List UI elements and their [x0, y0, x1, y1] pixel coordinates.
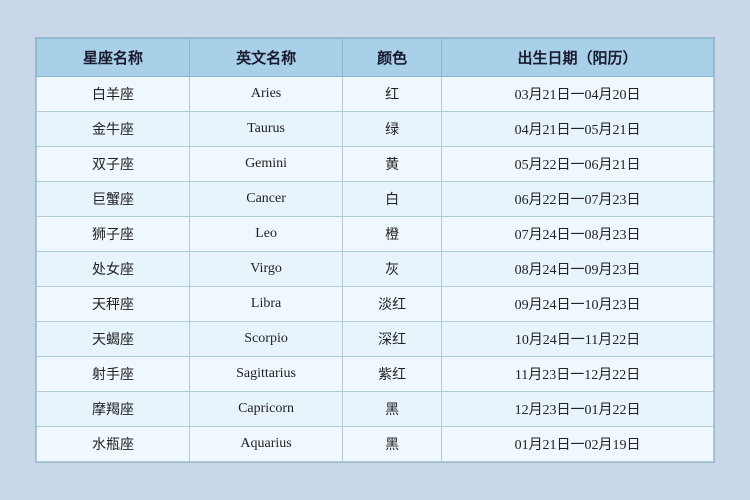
cell-dates: 12月23日一01月22日 — [442, 392, 714, 427]
cell-chinese-name: 摩羯座 — [37, 392, 190, 427]
cell-color: 黄 — [343, 147, 442, 182]
cell-english-name: Capricorn — [190, 392, 343, 427]
cell-color: 深红 — [343, 322, 442, 357]
cell-dates: 08月24日一09月23日 — [442, 252, 714, 287]
cell-english-name: Leo — [190, 217, 343, 252]
cell-chinese-name: 金牛座 — [37, 112, 190, 147]
cell-dates: 04月21日一05月21日 — [442, 112, 714, 147]
table-body: 白羊座Aries红03月21日一04月20日金牛座Taurus绿04月21日一0… — [37, 77, 714, 462]
zodiac-table-container: 星座名称 英文名称 颜色 出生日期（阳历） 白羊座Aries红03月21日一04… — [35, 37, 715, 463]
cell-english-name: Gemini — [190, 147, 343, 182]
table-row: 射手座Sagittarius紫红11月23日一12月22日 — [37, 357, 714, 392]
header-english-name: 英文名称 — [190, 39, 343, 77]
cell-dates: 05月22日一06月21日 — [442, 147, 714, 182]
cell-chinese-name: 水瓶座 — [37, 427, 190, 462]
table-row: 水瓶座Aquarius黑01月21日一02月19日 — [37, 427, 714, 462]
cell-color: 淡红 — [343, 287, 442, 322]
cell-chinese-name: 白羊座 — [37, 77, 190, 112]
cell-color: 橙 — [343, 217, 442, 252]
table-row: 摩羯座Capricorn黑12月23日一01月22日 — [37, 392, 714, 427]
table-row: 处女座Virgo灰08月24日一09月23日 — [37, 252, 714, 287]
cell-english-name: Aries — [190, 77, 343, 112]
cell-english-name: Libra — [190, 287, 343, 322]
table-row: 天蝎座Scorpio深红10月24日一11月22日 — [37, 322, 714, 357]
cell-english-name: Aquarius — [190, 427, 343, 462]
table-row: 天秤座Libra淡红09月24日一10月23日 — [37, 287, 714, 322]
cell-chinese-name: 射手座 — [37, 357, 190, 392]
cell-color: 红 — [343, 77, 442, 112]
table-row: 狮子座Leo橙07月24日一08月23日 — [37, 217, 714, 252]
cell-english-name: Sagittarius — [190, 357, 343, 392]
table-row: 白羊座Aries红03月21日一04月20日 — [37, 77, 714, 112]
cell-dates: 03月21日一04月20日 — [442, 77, 714, 112]
cell-color: 黑 — [343, 392, 442, 427]
cell-chinese-name: 狮子座 — [37, 217, 190, 252]
cell-color: 白 — [343, 182, 442, 217]
table-header-row: 星座名称 英文名称 颜色 出生日期（阳历） — [37, 39, 714, 77]
cell-color: 灰 — [343, 252, 442, 287]
header-chinese-name: 星座名称 — [37, 39, 190, 77]
zodiac-table: 星座名称 英文名称 颜色 出生日期（阳历） 白羊座Aries红03月21日一04… — [36, 38, 714, 462]
cell-color: 紫红 — [343, 357, 442, 392]
table-row: 金牛座Taurus绿04月21日一05月21日 — [37, 112, 714, 147]
cell-chinese-name: 巨蟹座 — [37, 182, 190, 217]
cell-chinese-name: 处女座 — [37, 252, 190, 287]
table-row: 双子座Gemini黄05月22日一06月21日 — [37, 147, 714, 182]
cell-chinese-name: 天秤座 — [37, 287, 190, 322]
cell-color: 黑 — [343, 427, 442, 462]
cell-dates: 06月22日一07月23日 — [442, 182, 714, 217]
cell-english-name: Cancer — [190, 182, 343, 217]
cell-color: 绿 — [343, 112, 442, 147]
header-color: 颜色 — [343, 39, 442, 77]
header-dates: 出生日期（阳历） — [442, 39, 714, 77]
cell-dates: 09月24日一10月23日 — [442, 287, 714, 322]
cell-dates: 01月21日一02月19日 — [442, 427, 714, 462]
table-row: 巨蟹座Cancer白06月22日一07月23日 — [37, 182, 714, 217]
cell-chinese-name: 双子座 — [37, 147, 190, 182]
cell-dates: 07月24日一08月23日 — [442, 217, 714, 252]
cell-dates: 11月23日一12月22日 — [442, 357, 714, 392]
cell-dates: 10月24日一11月22日 — [442, 322, 714, 357]
cell-english-name: Taurus — [190, 112, 343, 147]
cell-chinese-name: 天蝎座 — [37, 322, 190, 357]
cell-english-name: Virgo — [190, 252, 343, 287]
cell-english-name: Scorpio — [190, 322, 343, 357]
